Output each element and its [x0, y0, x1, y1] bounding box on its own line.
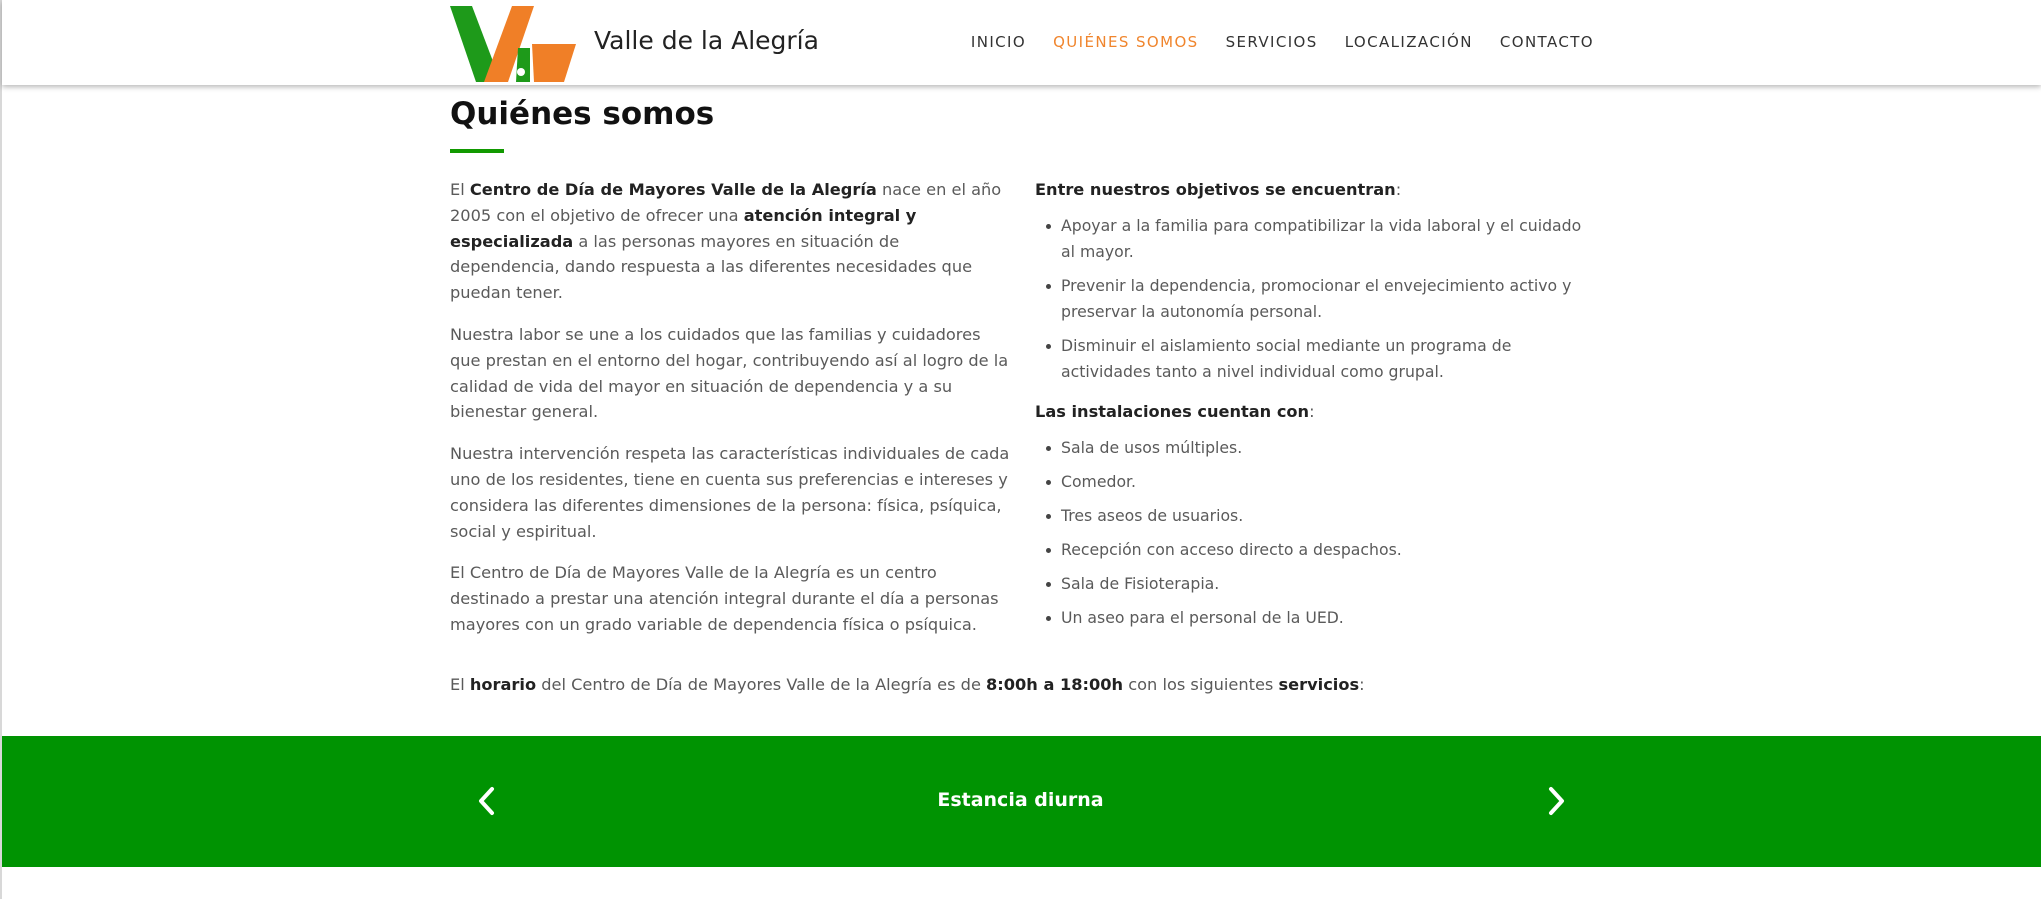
- nav-item-inicio[interactable]: INICIO: [971, 33, 1026, 51]
- title-underline: [450, 149, 504, 153]
- list-item: Comedor.: [1035, 469, 1595, 495]
- main-nav: INICIO QUIÉNES SOMOS SERVICIOS LOCALIZAC…: [944, 33, 1594, 51]
- intro-paragraph-2: Nuestra labor se une a los cuidados que …: [450, 324, 1009, 422]
- nav-item-quienes-somos[interactable]: QUIÉNES SOMOS: [1053, 33, 1198, 51]
- list-item: Un aseo para el personal de la UED.: [1035, 605, 1595, 631]
- list-item: Sala de usos múltiples.: [1035, 435, 1595, 461]
- schedule-text: El horario del Centro de Día de Mayores …: [450, 675, 1365, 694]
- objectives-list: Apoyar a la familia para compatibilizar …: [1035, 213, 1595, 385]
- list-item: Tres aseos de usuarios.: [1035, 503, 1595, 529]
- list-item: Apoyar a la familia para compatibilizar …: [1035, 213, 1595, 265]
- facilities-list: Sala de usos múltiples. Comedor. Tres as…: [1035, 435, 1595, 631]
- nav-item-servicios[interactable]: SERVICIOS: [1226, 33, 1318, 51]
- site-header: Valle de la Alegría INICIO QUIÉNES SOMOS…: [2, 0, 2041, 85]
- chevron-right-icon[interactable]: [1545, 786, 1567, 816]
- slider-title: Estancia diurna: [937, 789, 1104, 811]
- list-item: Disminuir el aislamiento social mediante…: [1035, 333, 1595, 385]
- page-title: Quiénes somos: [450, 96, 715, 132]
- intro-column: El Centro de Día de Mayores Valle de la …: [450, 177, 1010, 654]
- brand-name[interactable]: Valle de la Alegría: [594, 26, 819, 55]
- nav-item-localizacion[interactable]: LOCALIZACIÓN: [1345, 33, 1473, 51]
- intro-paragraph-3: Nuestra intervención respeta las caracte…: [450, 444, 1010, 541]
- objectives-heading: Entre nuestros objetivos se encuentran:: [1035, 180, 1402, 199]
- nav-item-contacto[interactable]: CONTACTO: [1500, 33, 1594, 51]
- objectives-column: Entre nuestros objetivos se encuentran: …: [1035, 177, 1595, 645]
- list-item: Recepción con acceso directo a despachos…: [1035, 537, 1595, 563]
- intro-paragraph-1: El Centro de Día de Mayores Valle de la …: [450, 180, 1002, 303]
- list-item: Prevenir la dependencia, promocionar el …: [1035, 273, 1595, 325]
- facilities-heading: Las instalaciones cuentan con:: [1035, 402, 1315, 421]
- list-item: Sala de Fisioterapia.: [1035, 571, 1595, 597]
- intro-paragraph-4: El Centro de Día de Mayores Valle de la …: [450, 563, 999, 634]
- brand-logo[interactable]: [450, 6, 576, 82]
